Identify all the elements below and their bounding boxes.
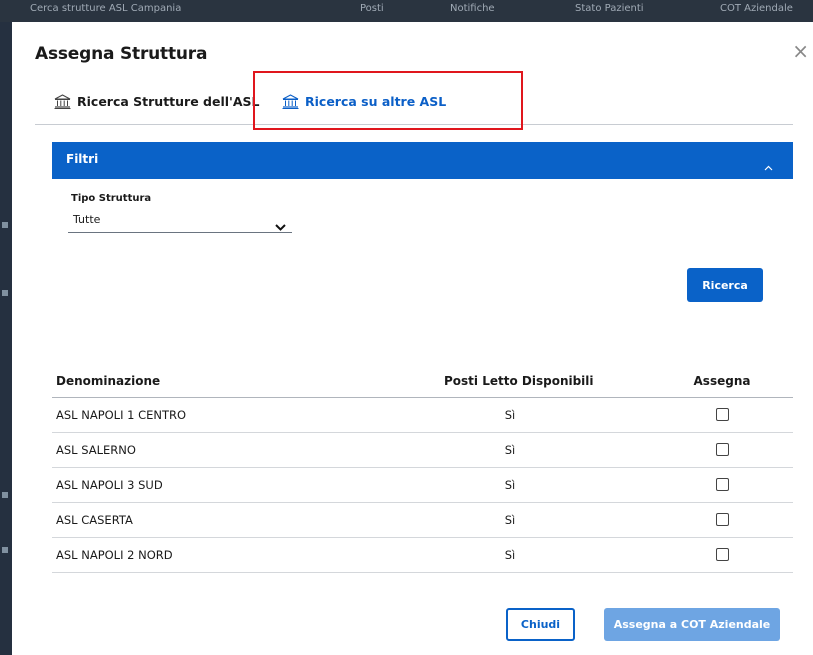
background-sidebar-marker <box>2 492 8 498</box>
assegna-checkbox[interactable] <box>716 513 729 526</box>
assegna-struttura-modal: Assegna Struttura × Ricerca Strutture de… <box>12 22 813 655</box>
chiudi-button[interactable]: Chiudi <box>506 608 575 641</box>
table-row: ASL CASERTA Sì <box>52 503 793 538</box>
cell-denominazione: ASL NAPOLI 1 CENTRO <box>56 408 187 422</box>
chevron-down-icon <box>275 216 286 235</box>
cell-denominazione: ASL SALERNO <box>56 443 136 457</box>
cell-denominazione: ASL NAPOLI 3 SUD <box>56 478 163 492</box>
assegna-checkbox[interactable] <box>716 478 729 491</box>
background-topbar-item: Cerca strutture ASL Campania <box>30 3 182 14</box>
chevron-up-icon <box>764 156 773 175</box>
tipo-struttura-label: Tipo Struttura <box>71 193 152 204</box>
cell-posti-letto: Sì <box>504 443 516 457</box>
background-sidebar <box>0 22 12 655</box>
cell-denominazione: ASL CASERTA <box>56 513 133 527</box>
background-topbar-item: Stato Pazienti <box>575 3 644 14</box>
bank-building-icon <box>54 94 71 109</box>
strutture-table: Denominazione Posti Letto Disponibili As… <box>52 365 793 573</box>
cell-posti-letto: Sì <box>504 408 516 422</box>
background-topbar-item: COT Aziendale <box>720 3 793 14</box>
table-row: ASL NAPOLI 1 CENTRO Sì <box>52 398 793 433</box>
filtri-panel-header[interactable]: Filtri <box>52 142 793 179</box>
background-sidebar-marker <box>2 222 8 228</box>
column-header-posti-letto: Posti Letto Disponibili <box>444 374 594 388</box>
table-row: ASL SALERNO Sì <box>52 433 793 468</box>
assegna-checkbox[interactable] <box>716 408 729 421</box>
tab-label: Ricerca Strutture dell'ASL <box>77 94 260 109</box>
cell-denominazione: ASL NAPOLI 2 NORD <box>56 548 173 562</box>
cell-posti-letto: Sì <box>504 513 516 527</box>
assegna-checkbox[interactable] <box>716 443 729 456</box>
tipo-struttura-value: Tutte <box>73 213 101 226</box>
background-sidebar-marker <box>2 290 8 296</box>
background-topbar-item: Posti <box>360 3 384 14</box>
background-sidebar-marker <box>2 547 8 553</box>
filtri-label: Filtri <box>66 152 99 166</box>
assegna-cot-aziendale-button[interactable]: Assegna a COT Aziendale <box>604 608 780 641</box>
table-header: Denominazione Posti Letto Disponibili As… <box>52 365 793 398</box>
cell-posti-letto: Sì <box>504 478 516 492</box>
table-row: ASL NAPOLI 3 SUD Sì <box>52 468 793 503</box>
tipo-struttura-select[interactable]: Tutte <box>68 208 292 233</box>
column-header-denominazione: Denominazione <box>56 374 161 388</box>
close-icon[interactable]: × <box>792 41 809 61</box>
annotation-highlight-box <box>253 71 523 130</box>
modal-title: Assegna Struttura <box>35 44 208 64</box>
assegna-checkbox[interactable] <box>716 548 729 561</box>
table-row: ASL NAPOLI 2 NORD Sì <box>52 538 793 573</box>
tab-ricerca-strutture-asl[interactable]: Ricerca Strutture dell'ASL <box>54 94 260 109</box>
ricerca-button[interactable]: Ricerca <box>687 268 763 302</box>
background-topbar: Cerca strutture ASL Campania Posti Notif… <box>0 0 813 22</box>
background-topbar-item: Notifiche <box>450 3 495 14</box>
cell-posti-letto: Sì <box>504 548 516 562</box>
column-header-assegna: Assegna <box>693 374 751 388</box>
